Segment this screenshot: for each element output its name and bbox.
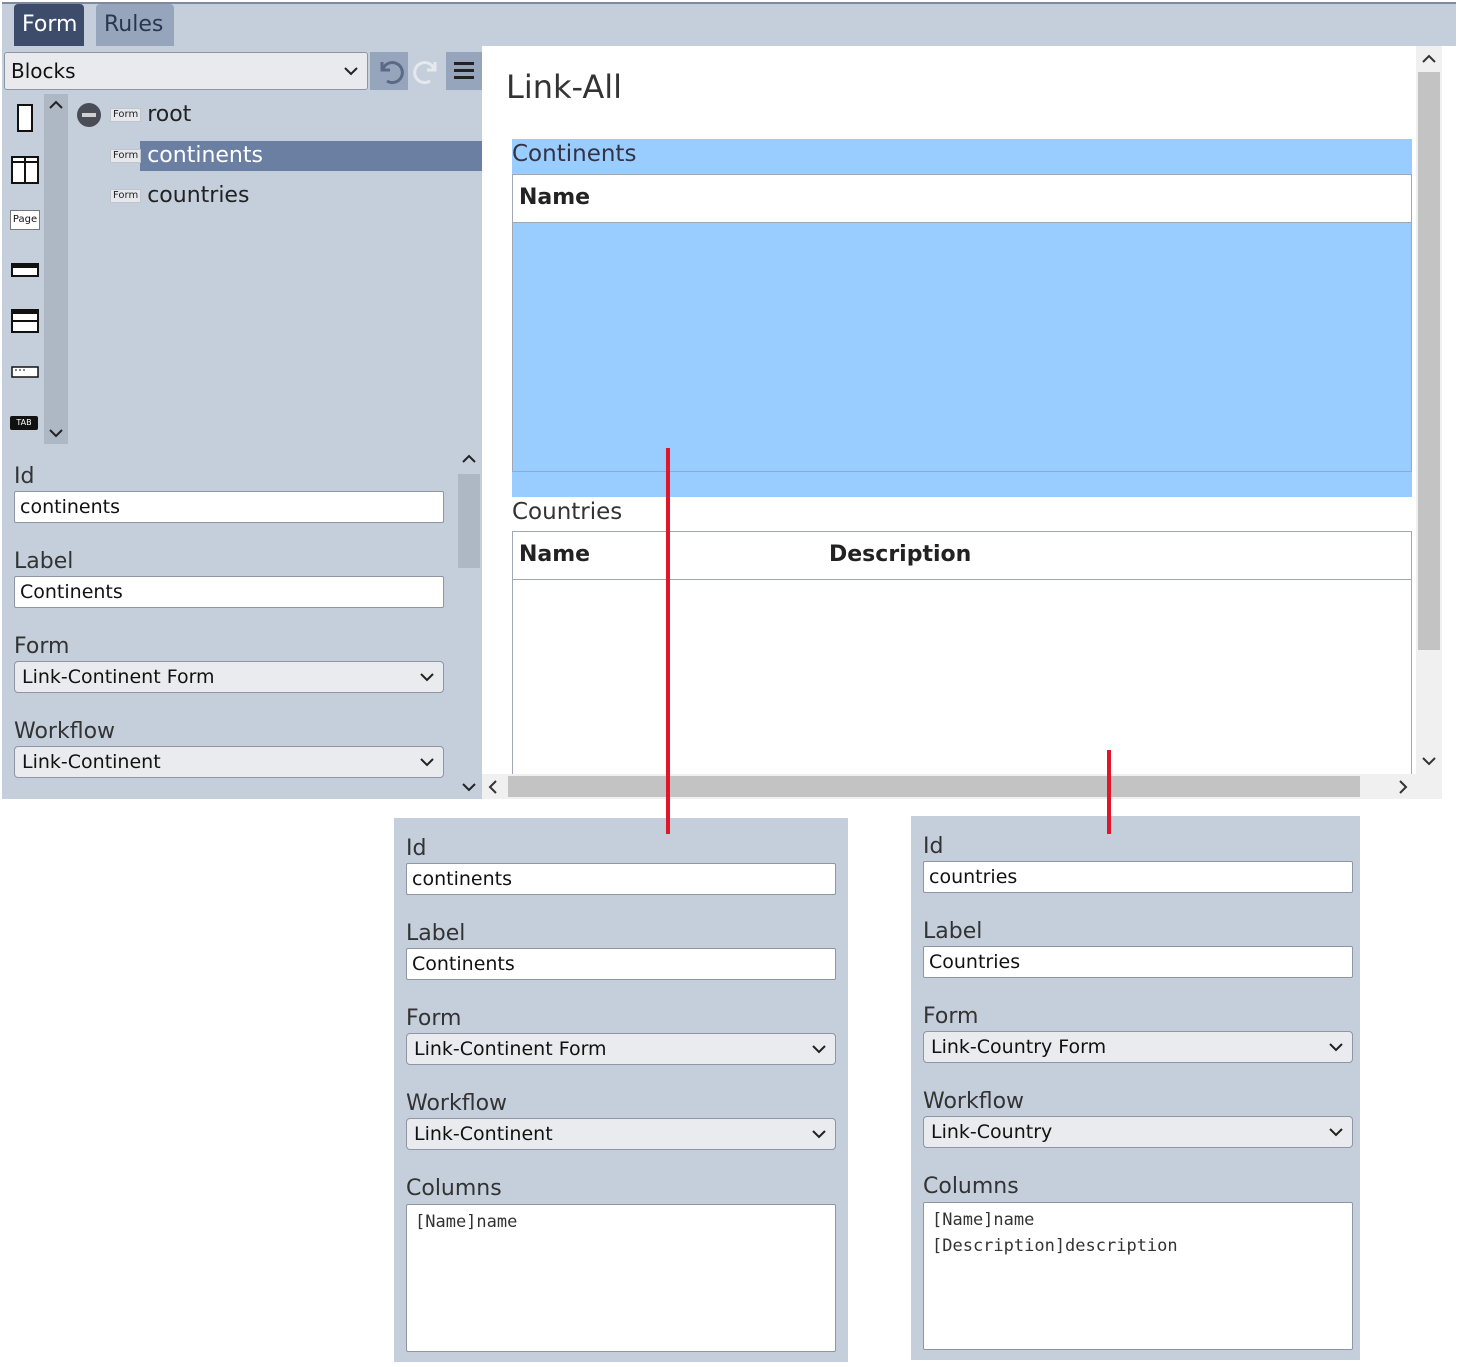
tab-form[interactable]: Form bbox=[14, 4, 84, 46]
id-label: Id bbox=[406, 836, 427, 861]
chevron-down-icon bbox=[812, 1045, 826, 1054]
table-header: Name Description bbox=[513, 532, 1411, 580]
countries-caption: Countries bbox=[512, 499, 623, 525]
label-label: Label bbox=[923, 919, 983, 944]
chevron-down-icon[interactable] bbox=[460, 780, 478, 794]
chevron-up-icon[interactable] bbox=[460, 452, 478, 466]
chevron-right-icon[interactable] bbox=[1396, 778, 1410, 796]
tree-item-continents[interactable]: Form continents bbox=[110, 141, 482, 171]
form-label: Form bbox=[406, 1006, 462, 1031]
workflow-select-value: Link-Continent bbox=[414, 1123, 553, 1145]
tree-item-label: root bbox=[147, 102, 192, 127]
header-block-icon[interactable] bbox=[10, 258, 40, 282]
undo-button[interactable] bbox=[370, 52, 408, 90]
chevron-left-icon[interactable] bbox=[486, 778, 500, 796]
workflow-select[interactable]: Link-Continent bbox=[14, 746, 444, 778]
column-header-name: Name bbox=[519, 542, 591, 567]
label-field[interactable]: Countries bbox=[923, 946, 1353, 978]
form-label: Form bbox=[923, 1004, 979, 1029]
columns-textarea[interactable]: [Name]name bbox=[406, 1204, 836, 1352]
id-field[interactable]: continents bbox=[406, 863, 836, 895]
form-tag: Form bbox=[110, 108, 142, 122]
continents-table[interactable]: Name bbox=[512, 174, 1412, 472]
workflow-select-value: Link-Continent bbox=[22, 751, 161, 773]
toolbar-block-icon[interactable] bbox=[10, 362, 40, 382]
preview-title: Link-All bbox=[506, 68, 623, 106]
single-column-block-icon[interactable] bbox=[10, 102, 40, 134]
table-block-icon[interactable] bbox=[10, 306, 40, 336]
workflow-label: Workflow bbox=[406, 1091, 508, 1116]
label-label: Label bbox=[406, 921, 466, 946]
columns-label: Columns bbox=[406, 1176, 502, 1201]
chevron-down-icon[interactable] bbox=[1420, 754, 1438, 768]
blocks-select-value: Blocks bbox=[11, 59, 76, 83]
properties-panel: Id continents Label Continents Form Link… bbox=[2, 446, 456, 799]
menu-button[interactable] bbox=[446, 52, 482, 90]
id-label: Id bbox=[14, 464, 35, 489]
columns-textarea[interactable]: [Name]name [Description]description bbox=[923, 1202, 1353, 1350]
two-column-block-icon[interactable] bbox=[10, 154, 40, 186]
columns-label: Columns bbox=[923, 1174, 1019, 1199]
form-tag: Form bbox=[110, 189, 142, 203]
continents-properties-callout: Id continents Label Continents Form Link… bbox=[394, 818, 848, 1362]
tree-item-label: countries bbox=[147, 183, 250, 208]
form-select-value: Link-Continent Form bbox=[414, 1038, 607, 1060]
undo-icon bbox=[380, 61, 404, 85]
connector-line-countries bbox=[1107, 750, 1111, 834]
label-field[interactable]: Continents bbox=[14, 576, 444, 608]
countries-properties-callout: Id countries Label Countries Form Link-C… bbox=[911, 816, 1360, 1360]
id-label: Id bbox=[923, 834, 944, 859]
tab-block-icon[interactable]: TAB bbox=[10, 416, 38, 430]
chevron-down-icon bbox=[420, 673, 434, 682]
redo-button[interactable] bbox=[409, 52, 447, 90]
chevron-down-icon bbox=[420, 758, 434, 767]
form-tag: Form bbox=[110, 149, 142, 163]
column-header-name: Name bbox=[519, 185, 591, 210]
tree-item-countries[interactable]: Form countries bbox=[110, 181, 249, 211]
chevron-down-icon[interactable] bbox=[47, 426, 65, 440]
redo-icon bbox=[413, 61, 437, 85]
chevron-up-icon[interactable] bbox=[47, 98, 65, 112]
connector-line-continents bbox=[666, 448, 670, 834]
horizontal-scroll-thumb[interactable] bbox=[508, 776, 1360, 797]
tab-rules[interactable]: Rules bbox=[96, 4, 174, 46]
workflow-select[interactable]: Link-Country bbox=[923, 1116, 1353, 1148]
hamburger-icon bbox=[454, 62, 474, 79]
properties-scrollbar[interactable] bbox=[456, 446, 482, 799]
block-palette: Page TAB bbox=[2, 94, 44, 444]
chevron-down-icon bbox=[1329, 1043, 1343, 1052]
page-block-icon[interactable]: Page bbox=[10, 210, 40, 230]
id-field[interactable]: countries bbox=[923, 861, 1353, 893]
chevron-up-icon[interactable] bbox=[1420, 52, 1438, 66]
form-label: Form bbox=[14, 634, 70, 659]
countries-table[interactable]: Name Description bbox=[512, 531, 1412, 775]
chevron-down-icon bbox=[1329, 1128, 1343, 1137]
workflow-label: Workflow bbox=[923, 1089, 1025, 1114]
vertical-scroll-thumb[interactable] bbox=[1418, 72, 1440, 650]
chevron-down-icon bbox=[344, 67, 358, 76]
label-field[interactable]: Continents bbox=[406, 948, 836, 980]
root-node-icon bbox=[77, 103, 101, 127]
id-field[interactable]: continents bbox=[14, 491, 444, 523]
chevron-down-icon bbox=[812, 1130, 826, 1139]
palette-scrollbar[interactable] bbox=[44, 94, 68, 444]
workflow-select-value: Link-Country bbox=[931, 1121, 1053, 1143]
form-select-value: Link-Country Form bbox=[931, 1036, 1107, 1058]
column-header-description: Description bbox=[829, 542, 972, 567]
workflow-select[interactable]: Link-Continent bbox=[406, 1118, 836, 1150]
form-select[interactable]: Link-Continent Form bbox=[14, 661, 444, 693]
form-select-value: Link-Continent Form bbox=[22, 666, 215, 688]
scroll-thumb[interactable] bbox=[458, 474, 480, 568]
blocks-select[interactable]: Blocks bbox=[4, 52, 368, 90]
form-select[interactable]: Link-Continent Form bbox=[406, 1033, 836, 1065]
label-label: Label bbox=[14, 549, 74, 574]
form-select[interactable]: Link-Country Form bbox=[923, 1031, 1353, 1063]
block-tree: Form root Form continents Form countries bbox=[68, 94, 482, 446]
tree-item-root[interactable]: Form root bbox=[76, 100, 191, 130]
tree-item-label: continents bbox=[147, 143, 263, 168]
table-header: Name bbox=[513, 175, 1411, 223]
tab-bar bbox=[2, 2, 1456, 46]
workflow-label: Workflow bbox=[14, 719, 116, 744]
continents-caption: Continents bbox=[512, 141, 637, 167]
